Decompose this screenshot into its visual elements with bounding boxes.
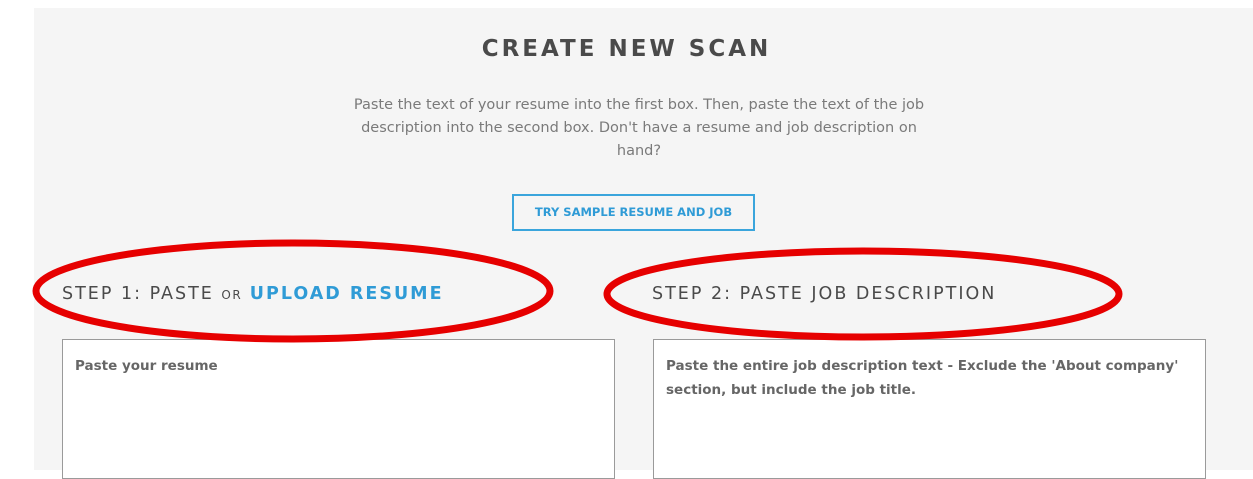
step1-heading: STEP 1: PASTE OR UPLOAD RESUME — [62, 284, 444, 304]
step2-heading: STEP 2: PASTE JOB DESCRIPTION — [652, 284, 997, 304]
step1-prefix: STEP 1: PASTE — [62, 284, 214, 304]
try-sample-button[interactable]: TRY SAMPLE RESUME AND JOB — [512, 194, 755, 231]
step1-or: OR — [221, 288, 243, 302]
resume-textarea[interactable] — [62, 339, 615, 479]
intro-text: Paste the text of your resume into the f… — [353, 97, 925, 159]
upload-resume-link[interactable]: UPLOAD RESUME — [250, 284, 444, 304]
page-title: CREATE NEW SCAN — [481, 36, 772, 62]
job-description-textarea[interactable] — [653, 339, 1206, 479]
